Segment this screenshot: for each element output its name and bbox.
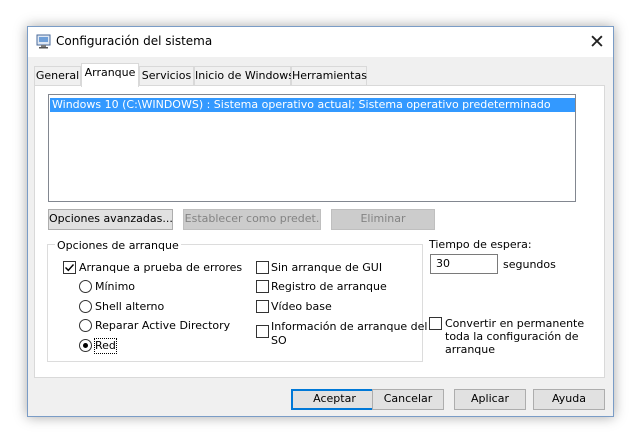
boot-options-legend: Opciones de arranque xyxy=(55,239,181,252)
alternate-shell-label[interactable]: Shell alterno xyxy=(95,300,164,314)
alternate-shell-radio[interactable] xyxy=(79,300,92,313)
set-default-button[interactable]: Establecer como predet. xyxy=(183,209,321,230)
ok-button[interactable]: Aceptar xyxy=(291,389,378,410)
os-boot-info-checkbox[interactable] xyxy=(256,325,269,338)
list-item[interactable]: Windows 10 (C:\WINDOWS) : Sistema operat… xyxy=(50,98,575,112)
network-label[interactable]: Red xyxy=(94,338,117,354)
tab-startup[interactable]: Inicio de Windows xyxy=(194,66,294,86)
os-list[interactable]: Windows 10 (C:\WINDOWS) : Sistema operat… xyxy=(48,94,576,202)
active-directory-label[interactable]: Reparar Active Directory xyxy=(95,319,230,333)
msconfig-icon xyxy=(36,34,51,49)
tab-services[interactable]: Servicios xyxy=(139,66,194,86)
help-button[interactable]: Ayuda xyxy=(533,389,605,410)
active-directory-radio[interactable] xyxy=(79,319,92,332)
network-radio[interactable] xyxy=(79,339,92,352)
base-video-checkbox[interactable] xyxy=(256,300,269,313)
base-video-label[interactable]: Vídeo base xyxy=(271,300,332,314)
close-icon[interactable]: ✕ xyxy=(582,29,612,55)
checkmark-icon xyxy=(65,264,75,272)
safe-boot-checkbox[interactable] xyxy=(63,261,76,274)
make-permanent-label-line3[interactable]: arranque xyxy=(445,343,495,357)
window-title: Configuración del sistema xyxy=(56,34,213,48)
tab-tools[interactable]: Herramientas xyxy=(291,66,367,86)
make-permanent-checkbox[interactable] xyxy=(429,317,442,330)
tab-general[interactable]: General xyxy=(34,66,81,86)
timeout-input[interactable]: 30 xyxy=(430,254,498,274)
no-gui-boot-label[interactable]: Sin arranque de GUI xyxy=(271,261,382,275)
delete-button[interactable]: Eliminar xyxy=(331,209,435,230)
timeout-label: Tiempo de espera: xyxy=(429,238,532,251)
make-permanent-label-line1[interactable]: Convertir en permanente xyxy=(445,317,584,331)
tab-boot[interactable]: Arranque xyxy=(81,63,139,87)
make-permanent-label-line2[interactable]: toda la configuración de xyxy=(445,330,579,344)
advanced-options-button[interactable]: Opciones avanzadas... xyxy=(48,209,173,230)
minimal-radio[interactable] xyxy=(79,280,92,293)
radio-dot-icon xyxy=(83,343,88,348)
cancel-button[interactable]: Cancelar xyxy=(372,389,444,410)
minimal-label[interactable]: Mínimo xyxy=(95,280,135,294)
system-configuration-window: Configuración del sistema ✕ General Arra… xyxy=(27,26,614,417)
apply-button[interactable]: Aplicar xyxy=(454,389,526,410)
no-gui-boot-checkbox[interactable] xyxy=(256,261,269,274)
boot-log-checkbox[interactable] xyxy=(256,280,269,293)
safe-boot-label[interactable]: Arranque a prueba de errores xyxy=(79,261,242,275)
os-boot-info-label-line1[interactable]: Información de arranque del xyxy=(271,320,427,334)
boot-log-label[interactable]: Registro de arranque xyxy=(271,280,387,294)
os-boot-info-label-line2[interactable]: SO xyxy=(271,334,287,348)
title-bar[interactable]: Configuración del sistema ✕ xyxy=(28,27,613,57)
timeout-unit-label: segundos xyxy=(503,258,556,271)
